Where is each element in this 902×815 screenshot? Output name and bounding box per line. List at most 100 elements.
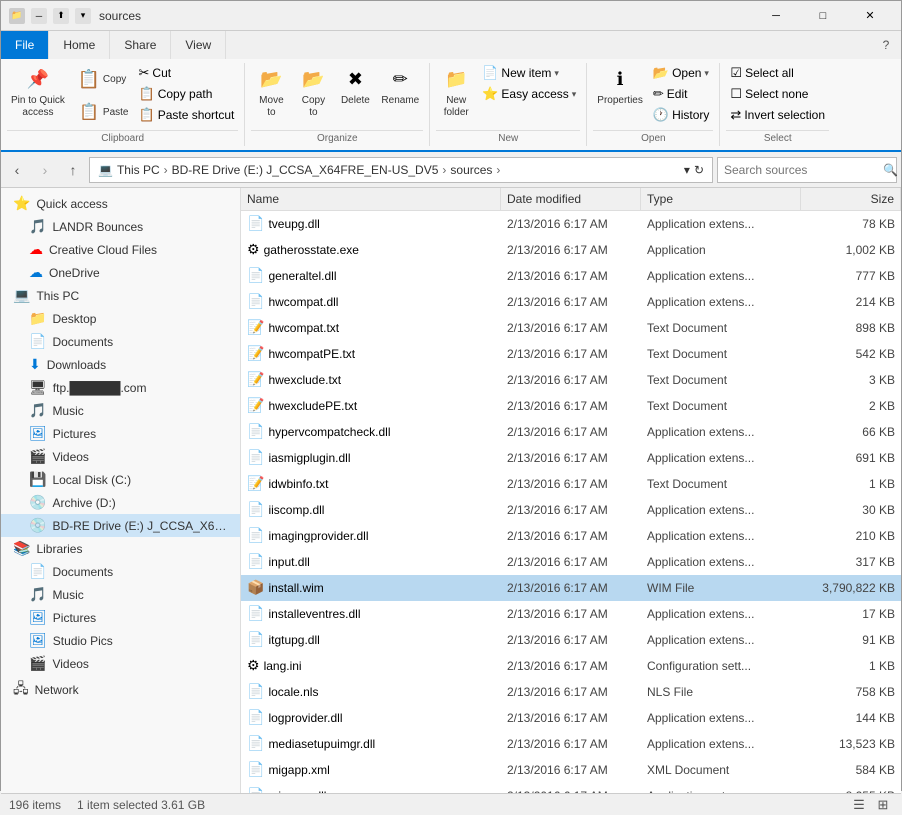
tab-file[interactable]: File: [1, 31, 49, 59]
sidebar-item-network[interactable]: 🖧 Network: [1, 675, 240, 705]
table-row[interactable]: 📄 locale.nls 2/13/2016 6:17 AM NLS File …: [241, 679, 901, 705]
sidebar-item-videos[interactable]: 🎬 Videos: [1, 445, 240, 468]
sidebar-item-lib-videos[interactable]: 🎬 Videos: [1, 652, 240, 675]
sidebar-item-documents[interactable]: 📄 Documents: [1, 330, 240, 353]
sidebar-item-libraries[interactable]: 📚 Libraries: [1, 537, 240, 560]
minimize-button[interactable]: ─: [753, 1, 799, 31]
copy-path-button[interactable]: 📋 Copy path: [135, 84, 239, 104]
file-name-cell: 📄 generaltel.dll: [241, 265, 501, 286]
close-button[interactable]: ✕: [847, 1, 893, 31]
table-row[interactable]: 📄 logprovider.dll 2/13/2016 6:17 AM Appl…: [241, 705, 901, 731]
address-path[interactable]: 💻 This PC › BD-RE Drive (E:) J_CCSA_X64F…: [89, 157, 713, 183]
move-to-button[interactable]: 📂 Move to: [251, 63, 291, 121]
col-header-name[interactable]: Name: [241, 188, 501, 210]
sidebar-item-lib-music[interactable]: 🎵 Music: [1, 583, 240, 606]
file-type-cell: Text Document: [641, 345, 801, 363]
details-view-button[interactable]: ☰: [849, 795, 869, 815]
tab-share[interactable]: Share: [110, 31, 171, 59]
new-folder-button[interactable]: 📁 New folder: [436, 63, 476, 121]
table-row[interactable]: 📝 hwexclude.txt 2/13/2016 6:17 AM Text D…: [241, 367, 901, 393]
table-row[interactable]: ⚙ lang.ini 2/13/2016 6:17 AM Configurati…: [241, 653, 901, 679]
sidebar-item-pictures[interactable]: 🖼 Pictures: [1, 422, 240, 445]
table-row[interactable]: 📄 mediasetupuimgr.dll 2/13/2016 6:17 AM …: [241, 731, 901, 757]
table-row[interactable]: 📄 imagingprovider.dll 2/13/2016 6:17 AM …: [241, 523, 901, 549]
table-row[interactable]: 📄 generaltel.dll 2/13/2016 6:17 AM Appli…: [241, 263, 901, 289]
forward-button[interactable]: ›: [33, 158, 57, 182]
invert-selection-button[interactable]: ⇄ Invert selection: [726, 105, 829, 125]
sidebar-item-music[interactable]: 🎵 Music: [1, 399, 240, 422]
path-drive[interactable]: BD-RE Drive (E:) J_CCSA_X64FRE_EN-US_DV5: [172, 163, 439, 177]
window-controls: ─ □ ✕: [753, 1, 893, 31]
sidebar-item-this-pc[interactable]: 💻 This PC: [1, 284, 240, 307]
sidebar-item-archive[interactable]: 💿 Archive (D:): [1, 491, 240, 514]
quick-access-1[interactable]: ─: [31, 8, 47, 24]
sidebar-item-quick-access[interactable]: ⭐ Quick access: [1, 192, 240, 215]
cut-button[interactable]: ✂ Cut: [135, 63, 239, 83]
sidebar-item-landr[interactable]: 🎵 LANDR Bounces: [1, 215, 240, 238]
sidebar-item-studio-pics[interactable]: 🖼 Studio Pics: [1, 629, 240, 652]
table-row[interactable]: 📄 hwcompat.dll 2/13/2016 6:17 AM Applica…: [241, 289, 901, 315]
path-sources[interactable]: sources: [450, 163, 492, 177]
sidebar-item-creative-cloud[interactable]: ☁ Creative Cloud Files: [1, 238, 240, 261]
copy-to-button[interactable]: 📂 Copy to: [293, 63, 333, 121]
sidebar-item-bdre[interactable]: 💿 BD-RE Drive (E:) J_CCSA_X64FRE_E: [1, 514, 240, 537]
copy-button[interactable]: 📋 Copy: [71, 63, 133, 95]
up-button[interactable]: ↑: [61, 158, 85, 182]
table-row[interactable]: 📄 migapp.xml 2/13/2016 6:17 AM XML Docum…: [241, 757, 901, 783]
table-row[interactable]: 📄 input.dll 2/13/2016 6:17 AM Applicatio…: [241, 549, 901, 575]
new-item-button[interactable]: 📄 New item ▾: [478, 63, 580, 83]
table-row[interactable]: 📄 iasmigplugin.dll 2/13/2016 6:17 AM App…: [241, 445, 901, 471]
table-row[interactable]: 📝 hwcompat.txt 2/13/2016 6:17 AM Text Do…: [241, 315, 901, 341]
select-all-button[interactable]: ☑ Select all: [726, 63, 829, 83]
table-row[interactable]: 📝 idwbinfo.txt 2/13/2016 6:17 AM Text Do…: [241, 471, 901, 497]
open-button[interactable]: 📂 Open ▾: [649, 63, 714, 83]
address-dropdown[interactable]: ▾: [684, 163, 690, 177]
help-button[interactable]: ?: [871, 31, 901, 59]
col-header-size[interactable]: Size: [801, 188, 901, 210]
tab-view[interactable]: View: [171, 31, 226, 59]
select-none-button[interactable]: ☐ Select none: [726, 84, 829, 104]
col-header-date[interactable]: Date modified: [501, 188, 641, 210]
desktop-icon: 📁: [29, 310, 46, 327]
delete-button[interactable]: ✖ Delete: [335, 63, 375, 109]
tab-home[interactable]: Home: [49, 31, 110, 59]
quick-access-3[interactable]: ▾: [75, 8, 91, 24]
paste-button[interactable]: 📋 Paste: [71, 96, 133, 128]
table-row[interactable]: 📄 installeventres.dll 2/13/2016 6:17 AM …: [241, 601, 901, 627]
col-header-type[interactable]: Type: [641, 188, 801, 210]
sidebar-item-local-disk[interactable]: 💾 Local Disk (C:): [1, 468, 240, 491]
table-row[interactable]: 📝 hwexcludePE.txt 2/13/2016 6:17 AM Text…: [241, 393, 901, 419]
rename-button[interactable]: ✏ Rename: [377, 63, 423, 109]
table-row[interactable]: 📄 hypervcompatcheck.dll 2/13/2016 6:17 A…: [241, 419, 901, 445]
back-button[interactable]: ‹: [5, 158, 29, 182]
maximize-button[interactable]: □: [800, 1, 846, 31]
table-row[interactable]: 📦 install.wim 2/13/2016 6:17 AM WIM File…: [241, 575, 901, 601]
sidebar-item-lib-pictures[interactable]: 🖼 Pictures: [1, 606, 240, 629]
sidebar-item-downloads[interactable]: ⬇ Downloads: [1, 353, 240, 376]
path-thispc[interactable]: This PC: [117, 163, 160, 177]
history-button[interactable]: 🕐 History: [649, 105, 714, 125]
pin-to-quick-access-button[interactable]: 📌 Pin to Quick access: [7, 63, 69, 121]
quick-access-2[interactable]: ⬆: [53, 8, 69, 24]
search-input[interactable]: [724, 163, 879, 177]
search-box[interactable]: 🔍: [717, 157, 897, 183]
sidebar-label-libraries: Libraries: [36, 542, 82, 556]
table-row[interactable]: 📄 itgtupg.dll 2/13/2016 6:17 AM Applicat…: [241, 627, 901, 653]
edit-button[interactable]: ✏ Edit: [649, 84, 714, 104]
table-row[interactable]: 📝 hwcompatPE.txt 2/13/2016 6:17 AM Text …: [241, 341, 901, 367]
properties-button[interactable]: ℹ Properties: [593, 63, 647, 109]
address-refresh[interactable]: ↻: [694, 163, 704, 177]
easy-access-button[interactable]: ⭐ Easy access ▾: [478, 84, 580, 104]
table-row[interactable]: 📄 tveupg.dll 2/13/2016 6:17 AM Applicati…: [241, 211, 901, 237]
sidebar-item-ftp[interactable]: 🖥 ftp.██████.com: [1, 376, 240, 399]
large-icons-view-button[interactable]: ⊞: [873, 795, 893, 815]
table-row[interactable]: 📄 migcore.dll 2/13/2016 6:17 AM Applicat…: [241, 783, 901, 793]
file-size-cell: 8,255 KB: [801, 787, 901, 794]
sidebar-item-desktop[interactable]: 📁 Desktop: [1, 307, 240, 330]
table-row[interactable]: 📄 iiscomp.dll 2/13/2016 6:17 AM Applicat…: [241, 497, 901, 523]
new-folder-label: New folder: [444, 95, 469, 119]
paste-shortcut-button[interactable]: 📋 Paste shortcut: [135, 105, 239, 125]
sidebar-item-lib-documents[interactable]: 📄 Documents: [1, 560, 240, 583]
table-row[interactable]: ⚙ gatherosstate.exe 2/13/2016 6:17 AM Ap…: [241, 237, 901, 263]
sidebar-item-onedrive[interactable]: ☁ OneDrive: [1, 261, 240, 284]
